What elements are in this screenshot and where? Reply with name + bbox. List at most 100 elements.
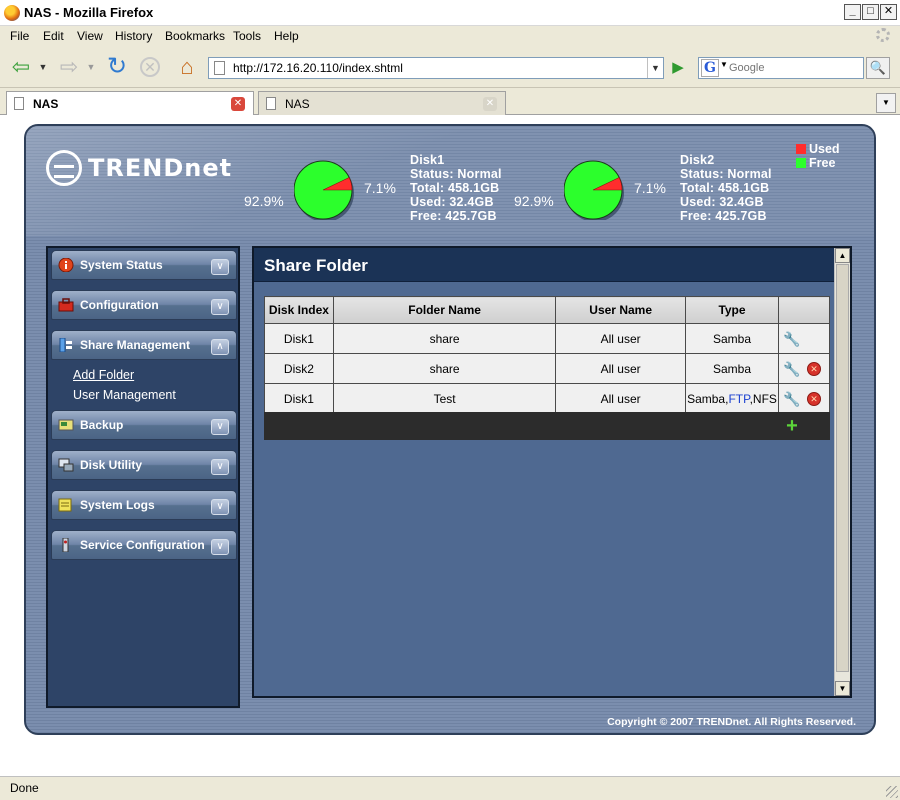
close-tab-icon[interactable]: ✕ <box>483 97 497 111</box>
url-text[interactable]: http://172.16.20.110/index.shtml <box>233 61 403 75</box>
menu-history[interactable]: History <box>115 29 152 43</box>
cell-user: All user <box>555 353 687 384</box>
menu-edit[interactable]: Edit <box>43 29 64 43</box>
title-bar: NAS - Mozilla Firefox _ □ ✕ <box>0 0 900 26</box>
scroll-down-arrow[interactable]: ▼ <box>835 681 850 696</box>
disk1-used: Used: 32.4GB <box>410 195 494 209</box>
sidebar-item-service-configuration[interactable]: Service Configuration ∨ <box>51 530 237 560</box>
table-row: Disk2 share All user Samba 🔧 ✕ <box>264 353 830 384</box>
throbber-icon <box>876 28 890 42</box>
home-button[interactable]: ⌂ <box>174 55 200 79</box>
chevron-down-icon[interactable]: ∨ <box>211 419 229 435</box>
navigation-toolbar: ⇦ ▼ ⇨ ▼ ↻ ✕ ⌂ http://172.16.20.110/index… <box>0 46 900 88</box>
cell-folder: share <box>332 353 557 384</box>
sidebar-item-label: System Status <box>80 258 163 272</box>
google-engine-icon[interactable]: G <box>701 59 719 77</box>
cell-actions: 🔧 ✕ <box>778 383 830 414</box>
brand-name: TRENDnet <box>88 154 233 182</box>
menu-help[interactable]: Help <box>274 29 299 43</box>
forward-button[interactable]: ⇨ <box>56 55 82 79</box>
tab-nas-active[interactable]: NAS ✕ <box>6 91 254 116</box>
sidebar-item-system-logs[interactable]: System Logs ∨ <box>51 490 237 520</box>
tab-list-button[interactable]: ▼ <box>876 93 896 113</box>
tab-bar: NAS ✕ NAS ✕ ▼ <box>0 89 900 116</box>
menu-view[interactable]: View <box>77 29 103 43</box>
sidebar-item-label: System Logs <box>80 498 155 512</box>
logs-icon <box>58 498 72 512</box>
sidebar-item-label: Service Configuration <box>80 538 205 552</box>
legend-free-label: Free <box>809 156 836 170</box>
chevron-down-icon[interactable]: ∨ <box>211 299 229 315</box>
reload-button[interactable]: ↻ <box>104 55 130 79</box>
maximize-button[interactable]: □ <box>862 4 879 20</box>
search-button[interactable]: 🔍 <box>866 57 890 79</box>
sidebar-item-label: Disk Utility <box>80 458 143 472</box>
tab-nas[interactable]: NAS ✕ <box>258 91 506 115</box>
legend-free: Free <box>796 156 840 170</box>
back-button[interactable]: ⇦ <box>8 55 34 79</box>
close-window-button[interactable]: ✕ <box>880 4 897 20</box>
sidebar-item-configuration[interactable]: Configuration ∨ <box>51 290 237 320</box>
status-bar: Done <box>0 776 900 800</box>
back-history-dropdown[interactable]: ▼ <box>36 55 50 79</box>
toolbox-icon <box>58 298 74 312</box>
search-engine-dropdown[interactable]: ▼ <box>720 60 728 69</box>
delete-icon[interactable]: ✕ <box>807 391 821 406</box>
add-share-icon[interactable]: + <box>784 416 800 436</box>
cell-actions: 🔧 <box>778 323 830 354</box>
edit-wrench-icon[interactable]: 🔧 <box>783 391 800 407</box>
trendnet-logo-icon <box>46 150 82 186</box>
search-input[interactable] <box>729 60 859 76</box>
submenu-user-management[interactable]: User Management <box>73 388 176 402</box>
address-bar[interactable]: http://172.16.20.110/index.shtml ▼ <box>208 57 664 79</box>
used-swatch <box>796 144 806 154</box>
nas-header: TRENDnet 92.9% 7.1% Disk1 Status: Normal… <box>26 126 874 236</box>
window-title: NAS - Mozilla Firefox <box>24 5 154 20</box>
info-icon <box>58 258 74 272</box>
sidebar-item-disk-utility[interactable]: Disk Utility ∨ <box>51 450 237 480</box>
disk2-name: Disk2 <box>680 153 715 167</box>
edit-wrench-icon[interactable]: 🔧 <box>783 361 800 377</box>
table-footer: + <box>264 412 830 440</box>
cell-disk: Disk1 <box>264 383 334 414</box>
chevron-down-icon[interactable]: ∨ <box>211 539 229 555</box>
delete-icon[interactable]: ✕ <box>807 361 821 376</box>
page-icon <box>14 97 24 110</box>
close-tab-icon[interactable]: ✕ <box>231 97 245 111</box>
main-panel: Share Folder Disk Index Folder Name User… <box>252 246 852 698</box>
disk2-used: Used: 32.4GB <box>680 195 764 209</box>
search-bar[interactable]: G ▼ <box>698 57 864 79</box>
stop-button[interactable]: ✕ <box>138 55 162 79</box>
sidebar-item-share-management[interactable]: Share Management ∧ <box>51 330 237 360</box>
chevron-up-icon[interactable]: ∧ <box>211 339 229 355</box>
scroll-thumb[interactable] <box>836 264 849 672</box>
status-text: Done <box>10 781 39 795</box>
tab-label: NAS <box>33 97 59 111</box>
disk2-used-pct: 7.1% <box>634 180 666 196</box>
cell-folder: share <box>332 323 557 354</box>
page-icon <box>266 97 276 110</box>
chevron-down-icon[interactable]: ∨ <box>211 499 229 515</box>
sidebar-item-backup[interactable]: Backup ∨ <box>51 410 237 440</box>
usage-legend: Used Free <box>796 142 840 170</box>
menu-file[interactable]: File <box>10 29 29 43</box>
resize-grip-icon[interactable] <box>886 786 898 798</box>
submenu-add-folder[interactable]: Add Folder <box>73 368 134 382</box>
disk2-info: Disk2 Status: Normal Total: 458.1GB Used… <box>680 153 772 223</box>
sidebar-item-label: Configuration <box>80 298 159 312</box>
menu-bookmarks[interactable]: Bookmarks <box>165 29 225 43</box>
forward-history-dropdown[interactable]: ▼ <box>84 55 98 79</box>
url-history-dropdown[interactable]: ▼ <box>647 58 663 78</box>
scroll-up-arrow[interactable]: ▲ <box>835 248 850 263</box>
go-button[interactable]: ▶ <box>666 57 690 79</box>
menu-tools[interactable]: Tools <box>233 29 261 43</box>
panel-header: Share Folder <box>254 248 838 282</box>
sidebar-item-system-status[interactable]: System Status ∨ <box>51 250 237 280</box>
chevron-down-icon[interactable]: ∨ <box>211 259 229 275</box>
chevron-down-icon[interactable]: ∨ <box>211 459 229 475</box>
edit-wrench-icon[interactable]: 🔧 <box>783 331 800 347</box>
minimize-button[interactable]: _ <box>844 4 861 20</box>
col-user-name: User Name <box>555 296 687 324</box>
type-nfs: NFS <box>752 391 777 406</box>
main-scrollbar[interactable]: ▲ ▼ <box>834 248 850 696</box>
